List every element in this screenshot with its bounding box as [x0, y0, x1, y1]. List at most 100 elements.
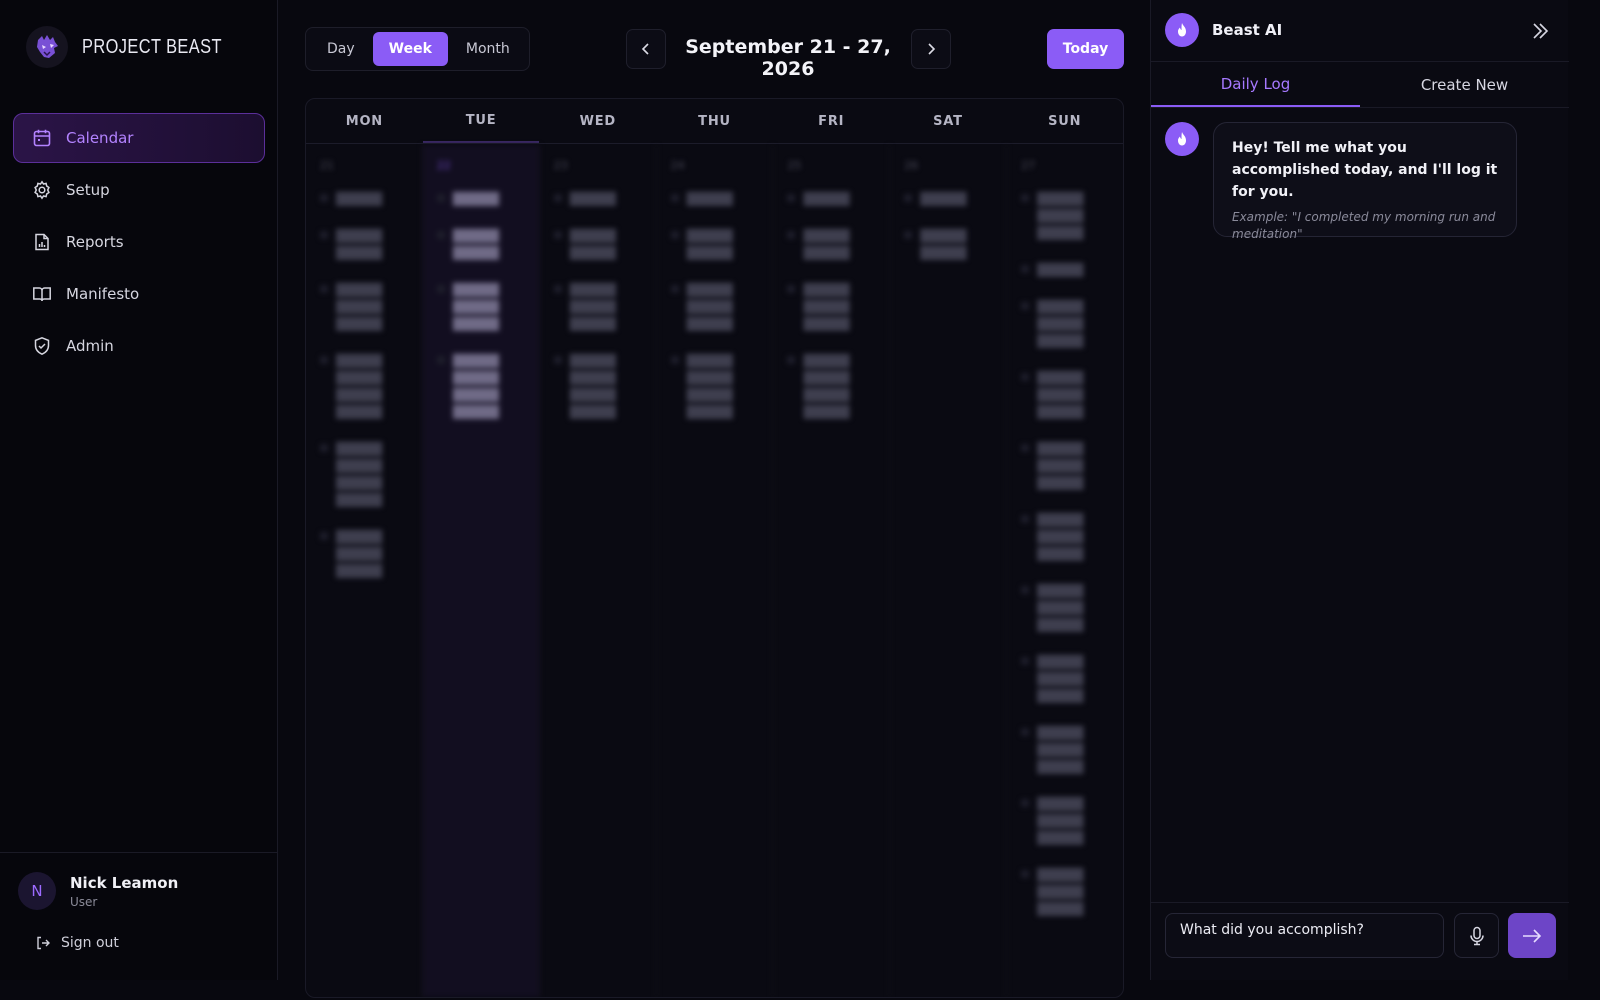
- day-column[interactable]: 24 █████ █████ █████ █████ █████ █████ █████ ███…: [657, 145, 774, 997]
- arrow-right-icon: [1523, 928, 1542, 943]
- chat-input[interactable]: [1165, 913, 1444, 958]
- book-icon: [33, 287, 51, 302]
- day-number: 23: [553, 159, 568, 172]
- collapse-panel-button[interactable]: [1529, 20, 1551, 42]
- tab-daily-log[interactable]: Daily Log: [1151, 62, 1360, 107]
- event-dot: [787, 285, 796, 293]
- event-placeholder[interactable]: █████ █████: [553, 228, 646, 262]
- today-button[interactable]: Today: [1047, 29, 1124, 69]
- event-dot: [320, 356, 328, 364]
- event-blurred-text: █████: [336, 192, 383, 206]
- day-header-tue: TUE: [422, 99, 540, 143]
- event-dot: [320, 194, 328, 202]
- event-dot: [436, 356, 445, 364]
- day-column[interactable]: 21 █████ █████ █████ █████ █████ █████ █████ ███…: [306, 145, 423, 997]
- event-placeholder[interactable]: █████ █████ █████: [1021, 512, 1113, 563]
- event-placeholder[interactable]: █████: [553, 191, 646, 208]
- event-placeholder[interactable]: █████ █████ █████: [787, 282, 879, 333]
- sidebar-item-setup[interactable]: Setup: [13, 165, 265, 215]
- event-placeholder[interactable]: █████ █████: [320, 228, 412, 262]
- event-dot: [904, 194, 913, 202]
- microphone-button[interactable]: [1454, 913, 1499, 958]
- event-dot: [436, 194, 445, 202]
- event-placeholder[interactable]: █████ █████ █████: [553, 282, 646, 333]
- chevron-right-icon: [928, 43, 936, 55]
- assistant-message-example: Example: "I completed my morning run and…: [1232, 210, 1496, 241]
- event-placeholder[interactable]: █████ █████ █████: [1021, 725, 1113, 776]
- event-placeholder[interactable]: █████ █████ █████: [1021, 796, 1113, 847]
- event-dot: [1021, 728, 1030, 736]
- avatar[interactable]: N: [18, 872, 56, 910]
- event-placeholder[interactable]: █████ █████ █████: [670, 282, 763, 333]
- event-blurred-text: █████ █████ █████: [1037, 868, 1084, 916]
- event-blurred-text: █████ █████: [920, 229, 967, 260]
- event-dot: [320, 231, 328, 239]
- event-placeholder[interactable]: █████ █████: [904, 228, 996, 262]
- event-placeholder[interactable]: █████ █████ █████: [1021, 654, 1113, 705]
- gear-icon: [34, 180, 50, 200]
- event-blurred-text: █████ █████ █████ █████: [686, 354, 733, 419]
- event-placeholder[interactable]: █████ █████ █████ █████: [670, 353, 763, 421]
- send-button[interactable]: [1508, 913, 1556, 958]
- sidebar-item-reports[interactable]: Reports: [13, 217, 265, 267]
- event-placeholder[interactable]: █████ █████ █████: [1021, 583, 1113, 634]
- view-month-button[interactable]: Month: [450, 32, 526, 66]
- event-blurred-text: █████ █████ █████: [1037, 726, 1084, 774]
- event-dot: [670, 194, 679, 202]
- event-placeholder[interactable]: █████ █████: [436, 228, 529, 262]
- event-placeholder[interactable]: █████: [320, 191, 412, 208]
- view-day-button[interactable]: Day: [311, 32, 371, 66]
- event-placeholder[interactable]: █████ █████ █████: [1021, 370, 1113, 421]
- event-placeholder[interactable]: █████ █████ █████: [1021, 191, 1113, 242]
- event-blurred-text: █████ █████ █████: [686, 283, 733, 331]
- week-header: MON TUE WED THU FRI SAT SUN: [306, 99, 1123, 144]
- next-week-button[interactable]: [911, 29, 951, 69]
- day-column[interactable]: 26 █████ █████ █████: [890, 145, 1008, 997]
- event-placeholder[interactable]: █████: [1021, 262, 1113, 279]
- event-placeholder[interactable]: █████ █████ █████: [1021, 441, 1113, 492]
- day-column[interactable]: 25 █████ █████ █████ █████ █████ █████ █████ ███…: [773, 145, 891, 997]
- event-dot: [553, 194, 562, 202]
- event-placeholder[interactable]: █████ █████ █████: [320, 282, 412, 333]
- day-number: 22: [436, 159, 451, 172]
- day-header-thu: THU: [698, 113, 731, 129]
- event-dot: [1021, 194, 1030, 202]
- event-placeholder[interactable]: █████: [436, 191, 529, 208]
- event-dot: [1021, 657, 1030, 665]
- sidebar-item-admin[interactable]: Admin: [13, 321, 265, 371]
- event-blurred-text: █████ █████ █████: [569, 283, 616, 331]
- sidebar-item-calendar[interactable]: Calendar: [13, 113, 265, 163]
- event-placeholder[interactable]: █████ █████ █████: [1021, 867, 1113, 918]
- day-column[interactable]: 23 █████ █████ █████ █████ █████ █████ █████ ███…: [540, 145, 657, 997]
- event-blurred-text: █████: [686, 192, 733, 206]
- day-column[interactable]: 27 █████ █████ █████ █████ █████ █████ █████ ███…: [1007, 145, 1123, 997]
- event-placeholder[interactable]: █████: [787, 191, 879, 208]
- event-placeholder[interactable]: █████ █████ █████: [320, 529, 412, 580]
- day-header-sat: SAT: [933, 113, 963, 129]
- sidebar-item-manifesto[interactable]: Manifesto: [13, 269, 265, 319]
- signout-button[interactable]: Sign out: [35, 935, 119, 951]
- view-week-button[interactable]: Week: [372, 32, 448, 66]
- tab-create-new[interactable]: Create New: [1360, 62, 1569, 107]
- day-header-fri: FRI: [818, 113, 845, 129]
- event-placeholder[interactable]: █████: [904, 191, 996, 208]
- event-dot: [320, 532, 328, 540]
- event-placeholder[interactable]: █████ █████ █████: [1021, 299, 1113, 350]
- brand-name: PROJECT BEAST: [82, 35, 222, 58]
- event-placeholder[interactable]: █████ █████ █████: [436, 282, 529, 333]
- event-placeholder[interactable]: █████ █████ █████ █████: [553, 353, 646, 421]
- assistant-avatar-flame-icon: [1165, 122, 1199, 156]
- sidebar-item-label: Manifesto: [66, 285, 140, 303]
- sidebar-item-label: Setup: [66, 181, 110, 199]
- event-placeholder[interactable]: █████: [670, 191, 763, 208]
- day-column[interactable]: 22 █████ █████ █████ █████ █████ █████ █████ ███…: [422, 145, 540, 997]
- prev-week-button[interactable]: [626, 29, 666, 69]
- event-placeholder[interactable]: █████ █████: [787, 228, 879, 262]
- brand[interactable]: PROJECT BEAST: [26, 26, 253, 68]
- sidebar: PROJECT BEAST Calendar Setup Reports Man…: [0, 0, 278, 980]
- event-placeholder[interactable]: █████ █████ █████ █████: [436, 353, 529, 421]
- event-placeholder[interactable]: █████ █████: [670, 228, 763, 262]
- event-placeholder[interactable]: █████ █████ █████ █████: [320, 353, 412, 421]
- event-placeholder[interactable]: █████ █████ █████ █████: [787, 353, 879, 421]
- event-placeholder[interactable]: █████ █████ █████ █████: [320, 441, 412, 509]
